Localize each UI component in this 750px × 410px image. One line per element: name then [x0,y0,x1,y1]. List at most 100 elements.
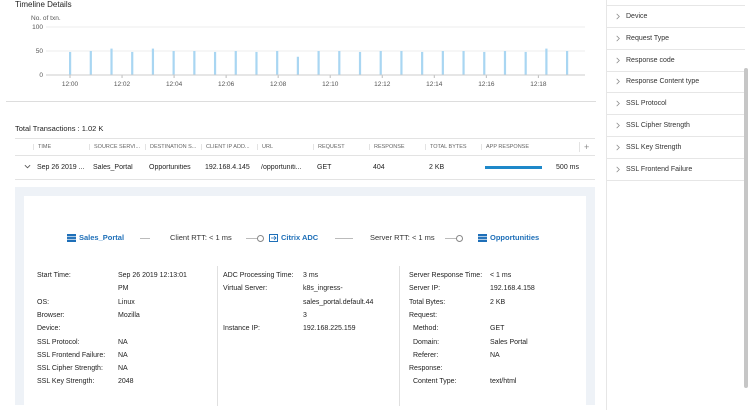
column-header-response[interactable]: RESPONSE [369,144,425,150]
x-tick-label: 12:18 [530,81,547,88]
detail-value: NA [118,365,128,373]
chart-bar[interactable] [338,51,341,75]
detail-value: NA [118,338,128,346]
chart-bar[interactable] [89,51,92,75]
detail-value: 192.168.4.158 [490,285,535,293]
filter-label: SSL Cipher Strength [626,122,690,129]
detail-key: Referer: [413,351,439,359]
timeline-title: Timeline Details [15,0,72,9]
column-header-request[interactable]: REQUEST [313,144,369,150]
x-tick-label: 12:00 [62,81,79,88]
y-tick-label: 0 [39,72,43,79]
chevron-right-icon [616,35,620,42]
chart-bar[interactable] [317,51,320,75]
filter-item-ssl-cipher-strength[interactable]: SSL Cipher Strength [607,115,745,137]
detail-value: 192.168.225.159 [303,325,356,333]
cell-source: Sales_Portal [93,164,133,171]
chart-bar[interactable] [483,51,486,75]
filter-item-ssl-frontend-failure[interactable]: SSL Frontend Failure [607,159,745,181]
chart-bar[interactable] [503,51,507,75]
filter-pane: Device Request Type Response code Response … [606,0,750,410]
detail-value: 3 [303,311,307,319]
chart-bar[interactable] [276,51,279,75]
column-header-destination[interactable]: DESTINATION S... [145,144,201,150]
expand-toggle[interactable] [15,163,33,172]
chart-bar[interactable] [213,51,217,75]
filter-item-ssl-protocol[interactable]: SSL Protocol [607,93,745,116]
filter-label: SSL Frontend Failure [626,165,693,173]
chart-bar[interactable] [296,56,299,75]
filter-item-request-type[interactable]: Request Type [607,28,745,50]
detail-value: Sep 26 2019 12:13:01 [118,272,187,279]
detail-key: SSL Cipher Strength: [37,365,103,373]
chevron-right-icon [616,122,620,129]
detail-value: NA [118,351,128,359]
filter-label: SSL Key Strength [626,143,682,151]
flow-adc[interactable]: Citrix ADC [269,233,318,242]
transaction-detail-panel: Sales_Portal Client RTT: < 1 ms Citrix A… [15,187,595,406]
app-response-fill [485,166,543,169]
chart-bar[interactable] [545,48,548,75]
transaction-flow: Sales_Portal Client RTT: < 1 ms Citrix A… [24,233,586,247]
flow-source[interactable]: Sales_Portal [67,233,124,242]
detail-key: OS: [37,298,50,306]
chevron-right-icon [616,78,620,85]
column-header-url[interactable]: URL [257,144,313,150]
transactions-table: TIME SOURCE SERVI... DESTINATION S... CL… [15,138,595,180]
detail-value: k8s_ingress- [303,285,343,293]
scrollbar[interactable] [744,68,748,388]
chevron-right-icon [616,13,620,20]
column-header-total-bytes[interactable]: TOTAL BYTES [425,144,481,150]
x-tick-label: 12:12 [374,81,391,88]
chart-bar[interactable] [462,51,465,75]
x-tick-label: 12:04 [166,81,183,88]
table-row[interactable]: Sep 26 2019 ... Sales_Portal Opportuniti… [15,156,595,180]
chart-bar[interactable] [400,51,403,75]
chart-bar[interactable] [358,51,362,75]
detail-value: < 1 ms [490,272,512,279]
chart-bar[interactable] [379,51,382,75]
detail-key: Response: [409,365,443,373]
detail-key: Content Type: [413,378,457,386]
chart-bar[interactable] [193,51,196,75]
chart-bar[interactable] [151,48,155,75]
filter-label: SSL Protocol [626,100,667,108]
x-tick-label: 12:16 [478,81,495,88]
filter-item-response-content-type[interactable]: Response Content type [607,71,745,94]
column-header-app-response[interactable]: APP RESPONSE [481,144,579,150]
column-header-source[interactable]: SOURCE SERVI... [89,144,145,150]
chart-bar[interactable] [441,51,444,75]
app-response-value: 500 ms [556,164,579,171]
chart-bar[interactable] [255,51,258,75]
y-tick-label: 50 [36,48,44,55]
chart-bar[interactable] [131,51,134,75]
chevron-right-icon [616,166,620,172]
detail-key: ADC Processing Time: [223,272,294,279]
divider [6,101,596,102]
adc-icon [269,233,278,242]
filter-item-device[interactable]: Device [607,6,745,28]
chart-bar[interactable] [524,51,527,75]
chart-bar[interactable] [234,51,237,75]
column-header-time[interactable]: TIME [33,144,89,150]
detail-value: NA [490,351,500,359]
chart-bar[interactable] [421,51,424,75]
column-header-client-ip[interactable]: CLIENT IP ADD... [201,144,257,150]
detail-key: Server IP: [409,285,441,293]
detail-key: Device: [37,325,61,333]
flow-destination[interactable]: Opportunities [478,233,539,242]
server-rtt: Server RTT: < 1 ms [370,233,435,242]
detail-key: Request: [409,311,438,319]
column-divider [399,266,400,406]
filter-item-response-code[interactable]: Response code [607,50,745,72]
chart-bar[interactable] [566,51,569,75]
filter-item-ssl-key-strength[interactable]: SSL Key Strength [607,137,745,159]
detail-key: Method: [413,325,439,333]
client-rtt: Client RTT: < 1 ms [170,233,232,242]
chart-bar[interactable] [110,48,113,75]
add-column-button[interactable]: + [579,142,595,152]
detail-key: SSL Frontend Failure: [37,351,106,359]
chart-bar[interactable] [69,51,72,75]
filter-label: Response Content type [626,78,700,86]
chart-bar[interactable] [172,51,175,75]
